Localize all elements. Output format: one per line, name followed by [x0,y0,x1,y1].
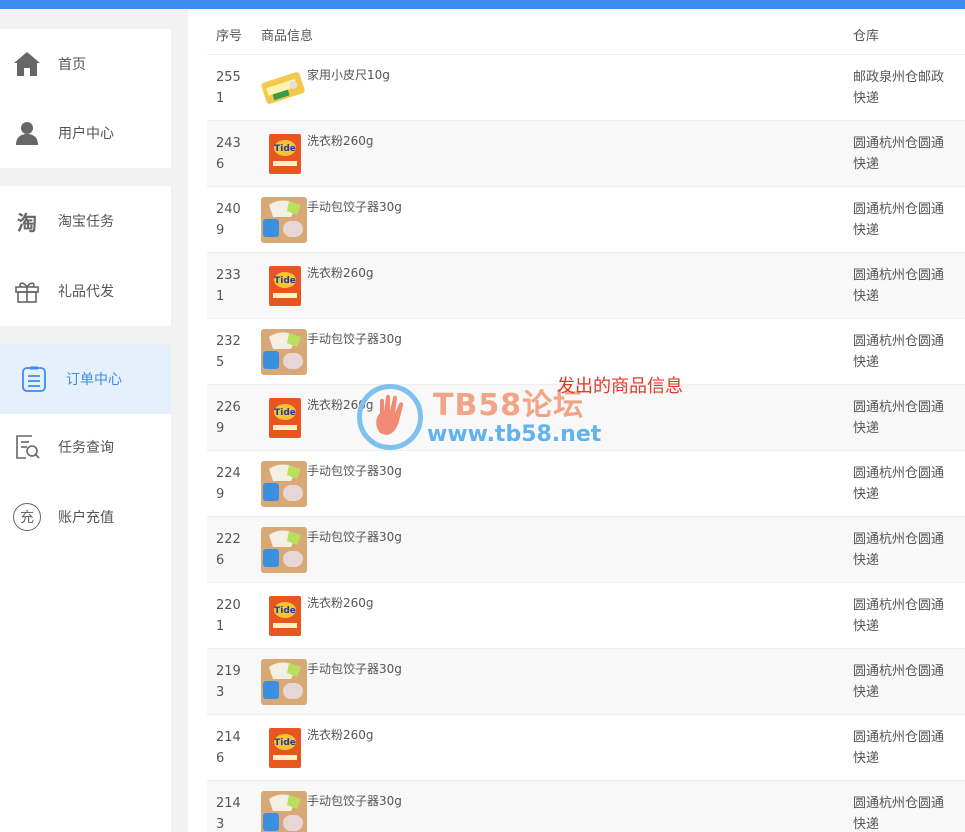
table-row[interactable]: 2193 手动包饺子器30g 圆通杭州仓圆通快递 [207,649,965,715]
column-header-warehouse: 仓库 [853,29,880,44]
sidebar-item-home[interactable]: 首页 [0,29,171,99]
order-id: 2201 [216,598,241,634]
order-id: 2249 [216,466,241,502]
product-thumbnail [261,659,307,705]
sidebar-item-label: 订单中心 [66,372,122,388]
product-name: 手动包饺子器30g [307,332,402,346]
home-icon [12,49,42,79]
table-row[interactable]: 2436 Tide 洗衣粉260g 圆通杭州仓圆通快递 [207,121,965,187]
sidebar-item-label: 礼品代发 [58,284,114,300]
warehouse-name: 圆通杭州仓圆通快递 [853,796,945,832]
order-id: 2226 [216,532,241,568]
sidebar: 首页 用户中心 淘 淘宝任务 礼品代发 订单中心 任务查询 充 账户充值 [0,9,188,832]
task-search-icon [12,432,42,462]
svg-text:Tide: Tide [274,144,296,154]
table-header: 序号 商品信息 仓库 [207,9,965,55]
order-table: 序号 商品信息 仓库 2551 家用小皮尺10g 邮政泉州仓邮政快递 2436 Tide… [207,9,965,832]
sidebar-item-task-query[interactable]: 任务查询 [0,412,171,482]
product-thumbnail [261,791,307,832]
table-body: 2551 家用小皮尺10g 邮政泉州仓邮政快递 2436 Tide 洗衣粉260g 圆通杭州… [207,55,965,832]
sidebar-item-recharge[interactable]: 充 账户充值 [0,482,171,552]
product-thumbnail [261,527,307,573]
product-name: 手动包饺子器30g [307,200,402,214]
order-id: 2436 [216,136,241,172]
order-id: 2325 [216,334,241,370]
table-row[interactable]: 2143 手动包饺子器30g 圆通杭州仓圆通快递 [207,781,965,832]
order-id: 2269 [216,400,241,436]
table-row[interactable]: 2409 手动包饺子器30g 圆通杭州仓圆通快递 [207,187,965,253]
sidebar-item-user-center[interactable]: 用户中心 [0,98,171,168]
product-thumbnail [261,65,307,111]
gift-icon [12,276,42,306]
order-id: 2331 [216,268,241,304]
svg-text:Tide: Tide [274,606,296,616]
warehouse-name: 圆通杭州仓圆通快递 [853,730,945,766]
order-id: 2143 [216,796,241,832]
product-name: 洗衣粉260g [307,596,374,610]
product-thumbnail [261,197,307,243]
table-row[interactable]: 2226 手动包饺子器30g 圆通杭州仓圆通快递 [207,517,965,583]
column-header-id: 序号 [216,29,243,44]
sidebar-item-taobao-task[interactable]: 淘 淘宝任务 [0,186,171,256]
warehouse-name: 圆通杭州仓圆通快递 [853,202,945,238]
product-thumbnail: Tide [261,725,307,771]
product-thumbnail: Tide [261,593,307,639]
sidebar-item-gift-dispatch[interactable]: 礼品代发 [0,256,171,326]
sidebar-item-label: 首页 [58,57,86,73]
sidebar-group-account: 首页 用户中心 [0,29,171,168]
product-thumbnail [261,461,307,507]
warehouse-name: 圆通杭州仓圆通快递 [853,598,945,634]
product-name: 家用小皮尺10g [307,68,390,82]
warehouse-name: 圆通杭州仓圆通快递 [853,268,945,304]
warehouse-name: 圆通杭州仓圆通快递 [853,136,945,172]
order-id: 2551 [216,70,241,106]
product-name: 手动包饺子器30g [307,794,402,808]
table-row[interactable]: 2331 Tide 洗衣粉260g 圆通杭州仓圆通快递 [207,253,965,319]
annotation-label: 发出的商品信息 [557,376,683,397]
warehouse-name: 邮政泉州仓邮政快递 [853,70,945,106]
sidebar-item-label: 用户中心 [58,126,114,142]
column-header-product: 商品信息 [261,29,314,44]
product-name: 手动包饺子器30g [307,530,402,544]
sidebar-group-tasks: 淘 淘宝任务 礼品代发 [0,186,171,326]
main-content: 序号 商品信息 仓库 2551 家用小皮尺10g 邮政泉州仓邮政快递 2436 Tide… [188,9,965,832]
table-row[interactable]: 2551 家用小皮尺10g 邮政泉州仓邮政快递 [207,55,965,121]
product-name: 手动包饺子器30g [307,464,402,478]
warehouse-name: 圆通杭州仓圆通快递 [853,400,945,436]
sidebar-item-label: 账户充值 [58,510,114,526]
order-id: 2193 [216,664,241,700]
sidebar-group-orders: 订单中心 任务查询 充 账户充值 [0,344,171,832]
product-name: 洗衣粉260g [307,134,374,148]
product-thumbnail: Tide [261,131,307,177]
warehouse-name: 圆通杭州仓圆通快递 [853,532,945,568]
product-name: 洗衣粉260g [307,266,374,280]
product-name: 手动包饺子器30g [307,662,402,676]
svg-text:Tide: Tide [274,408,296,418]
svg-text:Tide: Tide [274,276,296,286]
order-id: 2146 [216,730,241,766]
table-row[interactable]: 2201 Tide 洗衣粉260g 圆通杭州仓圆通快递 [207,583,965,649]
warehouse-name: 圆通杭州仓圆通快递 [853,466,945,502]
sidebar-item-order-center[interactable]: 订单中心 [0,344,171,414]
user-icon [12,118,42,148]
svg-text:Tide: Tide [274,738,296,748]
product-name: 洗衣粉260g [307,728,374,742]
table-row[interactable]: 2146 Tide 洗衣粉260g 圆通杭州仓圆通快递 [207,715,965,781]
recharge-icon: 充 [12,502,42,532]
product-thumbnail [261,329,307,375]
top-accent-bar [0,0,965,9]
product-thumbnail: Tide [261,395,307,441]
sidebar-item-label: 任务查询 [58,440,114,456]
warehouse-name: 圆通杭州仓圆通快递 [853,334,945,370]
warehouse-name: 圆通杭州仓圆通快递 [853,664,945,700]
order-id: 2409 [216,202,241,238]
product-thumbnail: Tide [261,263,307,309]
taobao-icon: 淘 [17,210,37,235]
sidebar-item-label: 淘宝任务 [58,214,114,230]
table-row[interactable]: 2249 手动包饺子器30g 圆通杭州仓圆通快递 [207,451,965,517]
order-list-icon [19,364,49,394]
product-name: 洗衣粉260g [307,398,374,412]
